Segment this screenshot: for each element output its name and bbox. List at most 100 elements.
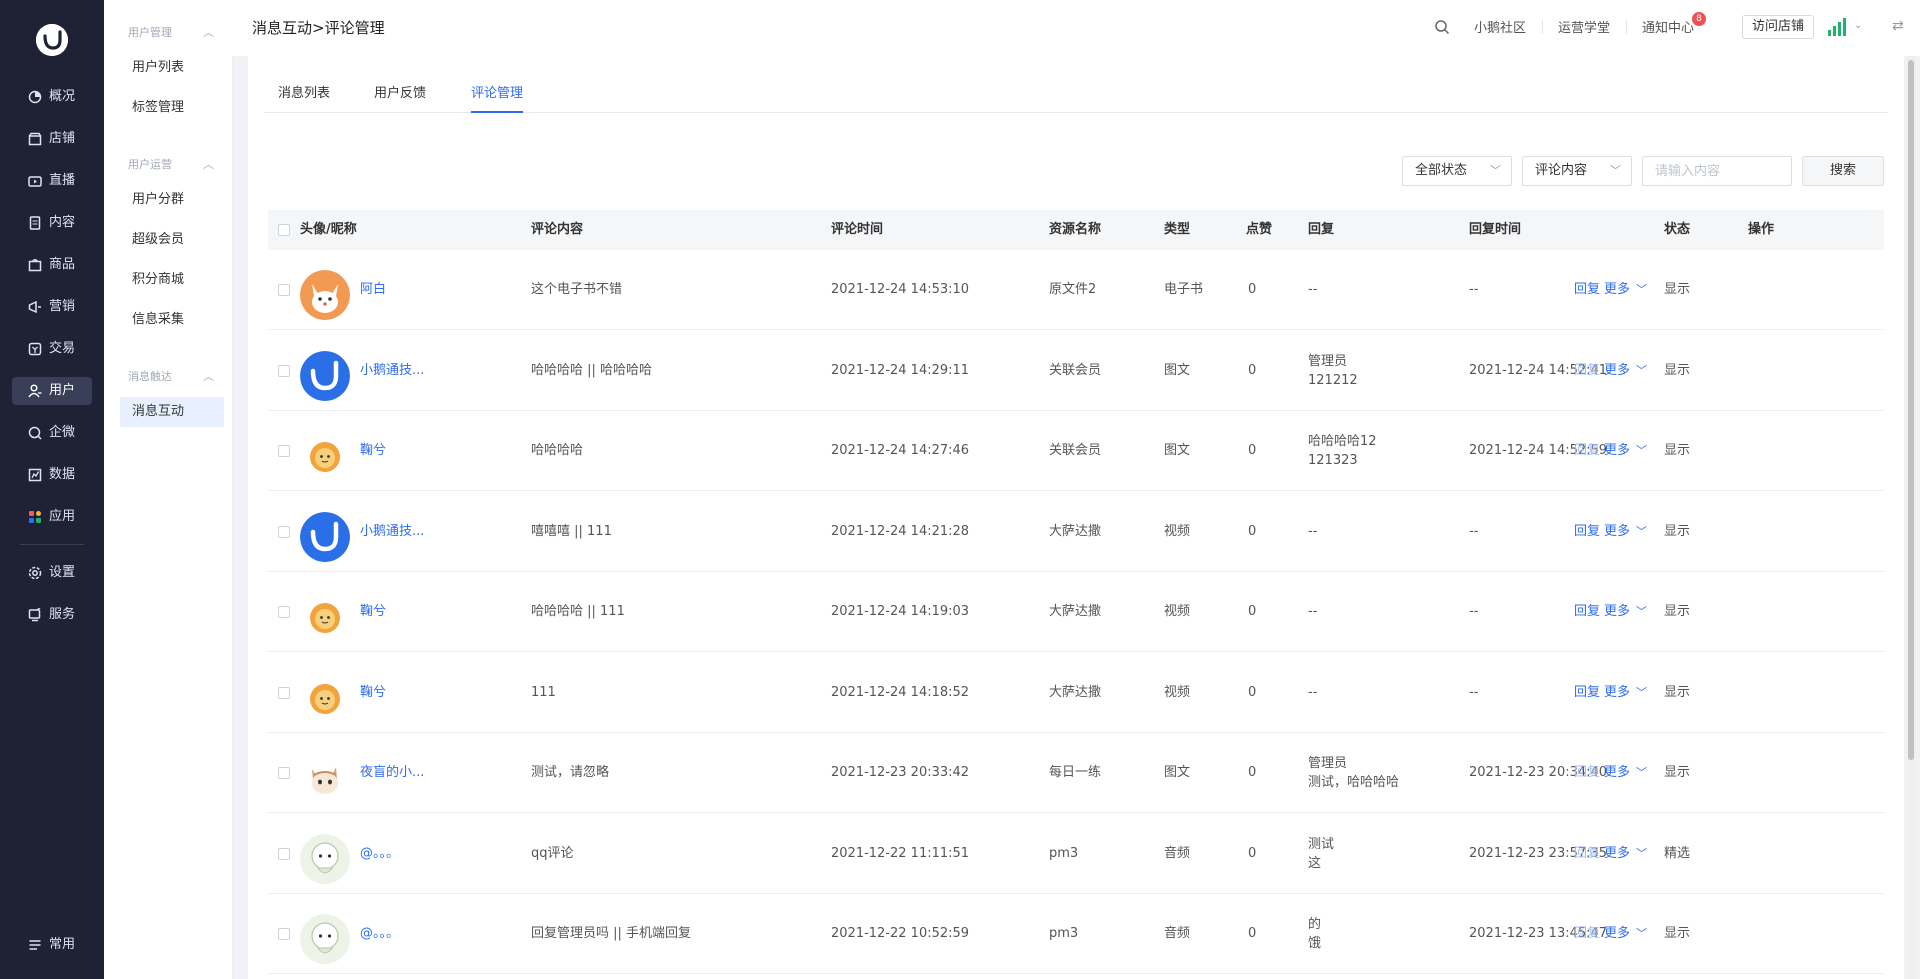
search-button[interactable]: 搜索 — [1802, 156, 1884, 186]
submenu-item[interactable]: 积分商城 — [120, 265, 224, 295]
reply-action[interactable]: 回复 — [1574, 894, 1600, 974]
academy-link[interactable]: 运营学堂 — [1558, 17, 1610, 36]
select-all-checkbox[interactable] — [278, 224, 290, 236]
search-input[interactable] — [1642, 156, 1792, 186]
more-action[interactable]: 更多 — [1604, 331, 1630, 411]
chevron-down-icon[interactable]: ﹀ — [1636, 653, 1647, 733]
row-checkbox[interactable] — [278, 767, 290, 779]
content-type: 电子书 — [1164, 282, 1204, 297]
main-nav: 概况店铺直播内容商品营销交易用户企微数据应用设置服务常用 — [0, 0, 104, 979]
reply-action[interactable]: 回复 — [1574, 250, 1600, 330]
nickname-link[interactable]: @。。。 — [360, 894, 399, 974]
submenu-item[interactable]: 信息采集 — [120, 305, 224, 335]
more-action[interactable]: 更多 — [1604, 492, 1630, 572]
nav-item-user[interactable]: 用户 — [12, 377, 92, 405]
nickname-link[interactable]: 夜盲的小... — [360, 733, 424, 813]
field-select[interactable]: 评论内容 ﹀ — [1522, 156, 1632, 186]
row-checkbox[interactable] — [278, 928, 290, 940]
content-type: 图文 — [1164, 765, 1191, 780]
submenu-item[interactable]: 用户分群 — [120, 185, 224, 215]
like-count: 0 — [1248, 362, 1257, 378]
more-action[interactable]: 更多 — [1604, 733, 1630, 813]
submenu-group-title[interactable]: 用户管理 ︿ — [128, 24, 214, 42]
chevron-down-icon[interactable]: ﹀ — [1636, 411, 1647, 491]
nav-item-service[interactable]: 服务 — [12, 601, 92, 629]
tab-comment-management[interactable]: 评论管理 — [471, 82, 524, 113]
status-select[interactable]: 全部状态 ﹀ — [1402, 156, 1512, 186]
comment-time: 2021-12-24 14:19:03 — [831, 604, 970, 619]
chevron-down-icon[interactable]: ⌄ — [1854, 20, 1862, 31]
nav-item-label: 商品 — [49, 257, 76, 272]
reply-action[interactable]: 回复 — [1574, 411, 1600, 491]
chevron-down-icon[interactable]: ﹀ — [1636, 492, 1647, 572]
reply-action[interactable]: 回复 — [1574, 492, 1600, 572]
more-action[interactable]: 更多 — [1604, 814, 1630, 894]
submenu-group-title[interactable]: 用户运营 ︿ — [128, 156, 214, 174]
reply-action[interactable]: 回复 — [1574, 572, 1600, 652]
content-type: 视频 — [1164, 523, 1191, 539]
submenu-group-title[interactable]: 消息触达 ︿ — [128, 368, 214, 386]
chevron-down-icon[interactable]: ﹀ — [1636, 733, 1647, 813]
nav-item-live[interactable]: 直播 — [12, 167, 92, 195]
more-action[interactable]: 更多 — [1604, 411, 1630, 491]
table-row: 鞠兮 哈哈哈哈 || 111 2021-12-24 14:19:03 大萨达撒 视频 0 -… — [268, 572, 1884, 652]
row-checkbox[interactable] — [278, 686, 290, 699]
nav-item-product[interactable]: 商品 — [12, 251, 92, 279]
submenu-item[interactable]: 用户列表 — [120, 53, 224, 83]
chevron-down-icon[interactable]: ﹀ — [1636, 814, 1647, 894]
reply-action[interactable]: 回复 — [1574, 331, 1600, 411]
nickname-link[interactable]: 小鹅通技... — [360, 492, 424, 572]
more-action[interactable]: 更多 — [1604, 653, 1630, 733]
reply-action[interactable]: 回复 — [1574, 653, 1600, 733]
row-checkbox[interactable] — [278, 847, 290, 860]
scrollbar-thumb[interactable] — [1908, 60, 1914, 760]
row-checkbox[interactable] — [278, 284, 290, 296]
app-logo[interactable] — [36, 24, 68, 56]
nickname-link[interactable]: 阿白 — [360, 250, 386, 330]
submenu-item[interactable]: 消息互动 — [120, 397, 224, 427]
nav-item-store[interactable]: 店铺 — [12, 125, 92, 153]
nav-item-data[interactable]: 数据 — [12, 461, 92, 489]
reply-action[interactable]: 回复 — [1574, 733, 1600, 813]
nav-item-settings[interactable]: 设置 — [12, 559, 92, 587]
row-checkbox[interactable] — [278, 525, 290, 538]
chevron-down-icon[interactable]: ﹀ — [1636, 331, 1647, 411]
nav-item-transaction[interactable]: 交易 — [12, 335, 92, 363]
nickname-link[interactable]: 小鹅通技... — [360, 331, 424, 411]
nickname-link[interactable]: 鞠兮 — [360, 411, 386, 491]
row-checkbox[interactable] — [278, 606, 290, 618]
row-checkbox[interactable] — [278, 445, 290, 457]
nav-item-overview[interactable]: 概况 — [12, 83, 92, 111]
reply-action[interactable]: 回复 — [1574, 814, 1600, 894]
nickname-link[interactable]: 鞠兮 — [360, 572, 386, 652]
nickname-link[interactable]: 鞠兮 — [360, 653, 386, 733]
nav-item-marketing[interactable]: 营销 — [12, 293, 92, 321]
tab-user-feedback[interactable]: 用户反馈 — [374, 82, 426, 111]
search-icon[interactable] — [1434, 19, 1450, 35]
submenu-item[interactable]: 超级会员 — [120, 225, 224, 255]
submenu-item[interactable]: 标签管理 — [120, 93, 224, 123]
comment-content: 回复管理员吗 || 手机端回复 — [531, 926, 692, 941]
chevron-down-icon[interactable]: ﹀ — [1636, 572, 1647, 652]
more-action[interactable]: 更多 — [1604, 250, 1630, 330]
nav-item-favorites[interactable]: 常用 — [12, 931, 92, 959]
community-link[interactable]: 小鹅社区 — [1474, 17, 1526, 36]
visit-store-button[interactable]: 访问店铺 — [1742, 15, 1814, 39]
signal-icon[interactable] — [1828, 16, 1850, 36]
nav-item-wecom[interactable]: 企微 — [12, 419, 92, 447]
chevron-down-icon[interactable]: ﹀ — [1636, 250, 1647, 330]
notification-center-link[interactable]: 通知中心 — [1642, 17, 1694, 36]
more-action[interactable]: 更多 — [1604, 894, 1630, 974]
like-count: 0 — [1248, 523, 1257, 539]
row-checkbox[interactable] — [278, 364, 290, 377]
comment-time: 2021-12-24 14:18:52 — [831, 684, 970, 700]
swap-icon[interactable]: ⇄ — [1892, 18, 1904, 34]
more-action[interactable]: 更多 — [1604, 572, 1630, 652]
content-card: 消息列表 用户反馈 评论管理 全部状态 ﹀ 评论内容 ﹀ 搜索 头像/昵称 评论… — [248, 56, 1904, 979]
reply-content: -- — [1308, 684, 1318, 700]
nav-item-content[interactable]: 内容 — [12, 209, 92, 237]
nickname-link[interactable]: @。。。 — [360, 814, 399, 894]
tab-message-list[interactable]: 消息列表 — [278, 82, 330, 111]
chevron-down-icon[interactable]: ﹀ — [1636, 894, 1647, 974]
nav-item-apps[interactable]: 应用 — [12, 503, 92, 531]
